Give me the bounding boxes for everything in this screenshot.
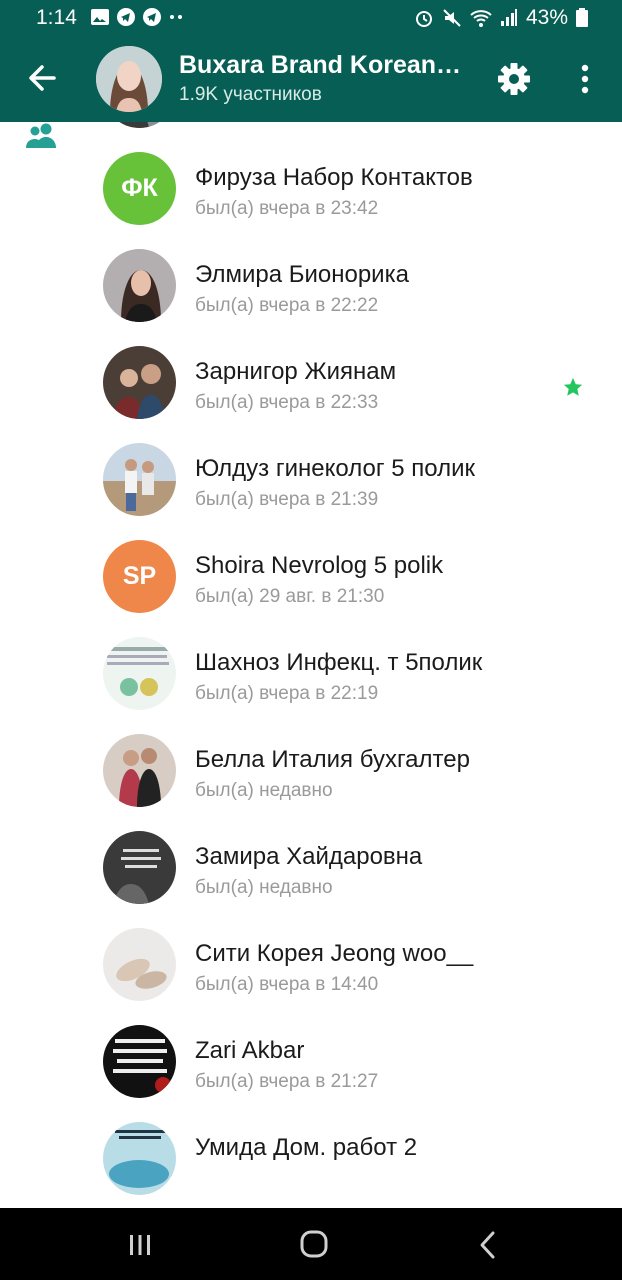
member-list: Диля🍁в сети ФК Фируза Набор Контактов был(а… <box>0 122 622 1207</box>
avatar[interactable] <box>103 928 176 1001</box>
telegram-icon <box>117 8 135 26</box>
member-row[interactable]: SP Shoira Nevrolog 5 polik был(а) 29 авг. … <box>0 528 622 625</box>
member-status: был(а) вчера в 22:22 <box>195 295 379 316</box>
signal-icon <box>500 9 517 26</box>
member-name: Zari Akbar <box>195 1037 305 1064</box>
more-vert-icon <box>581 64 589 94</box>
member-status: в сети <box>195 122 249 123</box>
member-name: Белла Италия бухгалтер <box>195 746 470 773</box>
back-icon[interactable] <box>478 1230 498 1260</box>
telegram-icon <box>143 8 161 26</box>
member-status: был(а) вчера в 23:42 <box>195 198 379 219</box>
member-status: был(а) вчера в 22:33 <box>195 392 379 413</box>
member-name: Умида Дом. работ 2 <box>195 1134 418 1161</box>
member-row[interactable]: ФК Фируза Набор Контактов был(а) вчера в 2… <box>0 140 622 237</box>
avatar[interactable] <box>103 249 176 322</box>
member-status: был(а) вчера в 22:19 <box>195 683 379 704</box>
home-icon[interactable] <box>300 1230 328 1258</box>
member-row[interactable]: Юлдуз гинеколог 5 полик был(а) вчера в 21… <box>0 431 622 528</box>
avatar-initials: SP <box>122 562 157 590</box>
gear-icon <box>498 63 530 95</box>
recents-icon[interactable] <box>128 1234 152 1256</box>
member-name: Shoira Nevrolog 5 polik <box>195 552 444 579</box>
member-row[interactable]: Умида Дом. работ 2 <box>0 1110 622 1207</box>
system-nav-bar <box>0 1208 622 1280</box>
member-row[interactable]: Шахноз Инфекц. т 5полик был(а) вчера в 22… <box>0 625 622 722</box>
group-avatar[interactable] <box>96 46 162 112</box>
member-list-panel: Диля🍁в сети ФК Фируза Набор Контактов был(а… <box>0 122 622 1208</box>
participants-count: 1.9K участников <box>179 84 322 105</box>
member-row[interactable]: Элмира Бионорика был(а) вчера в 22:22 <box>0 237 622 334</box>
member-name: Элмира Бионорика <box>195 261 409 288</box>
member-name: Юлдуз гинеколог 5 полик <box>195 455 475 482</box>
member-name: Сити Корея Jeong woo__ <box>195 940 474 967</box>
avatar[interactable]: ФК <box>103 152 176 225</box>
arrow-left-icon <box>29 65 56 91</box>
member-status: был(а) вчера в 21:27 <box>195 1071 379 1092</box>
avatar[interactable] <box>103 346 176 419</box>
member-name: Зарнигор Жиянам <box>195 358 397 385</box>
member-row[interactable]: Сити Корея Jeong woo__ был(а) вчера в 14:… <box>0 916 622 1013</box>
group-title[interactable]: Buxara Brand Korean… <box>179 51 479 80</box>
status-bar: 1:14 43% <box>0 0 622 36</box>
avatar[interactable] <box>103 734 176 807</box>
avatar[interactable] <box>103 1025 176 1098</box>
member-status: был(а) недавно <box>195 780 333 801</box>
alarm-icon <box>415 11 432 27</box>
star-icon <box>563 377 583 396</box>
battery-percent: 43% <box>525 6 568 29</box>
member-row[interactable]: Замира Хайдаровна был(а) недавно <box>0 819 622 916</box>
chat-header: Buxara Brand Korean… 1.9K участников <box>0 36 622 122</box>
member-row[interactable]: Зарнигор Жиянам был(а) вчера в 22:33 <box>0 334 622 431</box>
back-button[interactable] <box>20 56 64 100</box>
battery-icon <box>576 8 588 27</box>
avatar[interactable] <box>103 637 176 710</box>
image-icon <box>91 9 109 25</box>
member-status: был(а) вчера в 21:39 <box>195 489 379 510</box>
more-dots-icon <box>170 15 182 19</box>
member-row[interactable]: Zari Akbar был(а) вчера в 21:27 <box>0 1013 622 1110</box>
member-name: Замира Хайдаровна <box>195 843 423 870</box>
member-status: был(а) 29 авг. в 21:30 <box>195 586 385 607</box>
avatar[interactable] <box>103 831 176 904</box>
member-row[interactable]: Белла Италия бухгалтер был(а) недавно <box>0 722 622 819</box>
member-name: Шахноз Инфекц. т 5полик <box>195 649 483 676</box>
avatar[interactable] <box>103 443 176 516</box>
wifi-icon <box>470 10 492 27</box>
participants-icon <box>26 123 56 148</box>
mute-icon <box>443 9 461 27</box>
member-status: был(а) недавно <box>195 877 333 898</box>
avatar[interactable] <box>103 1122 176 1195</box>
settings-button[interactable] <box>493 58 535 100</box>
more-options-button[interactable] <box>570 58 600 100</box>
avatar[interactable] <box>103 122 176 128</box>
avatar-initials: ФК <box>121 174 158 202</box>
avatar[interactable]: SP <box>103 540 176 613</box>
member-row[interactable]: Диля🍁в сети <box>0 122 622 140</box>
member-name: Фируза Набор Контактов <box>195 164 473 191</box>
status-time: 1:14 <box>36 6 77 29</box>
member-status: был(а) вчера в 14:40 <box>195 974 379 995</box>
